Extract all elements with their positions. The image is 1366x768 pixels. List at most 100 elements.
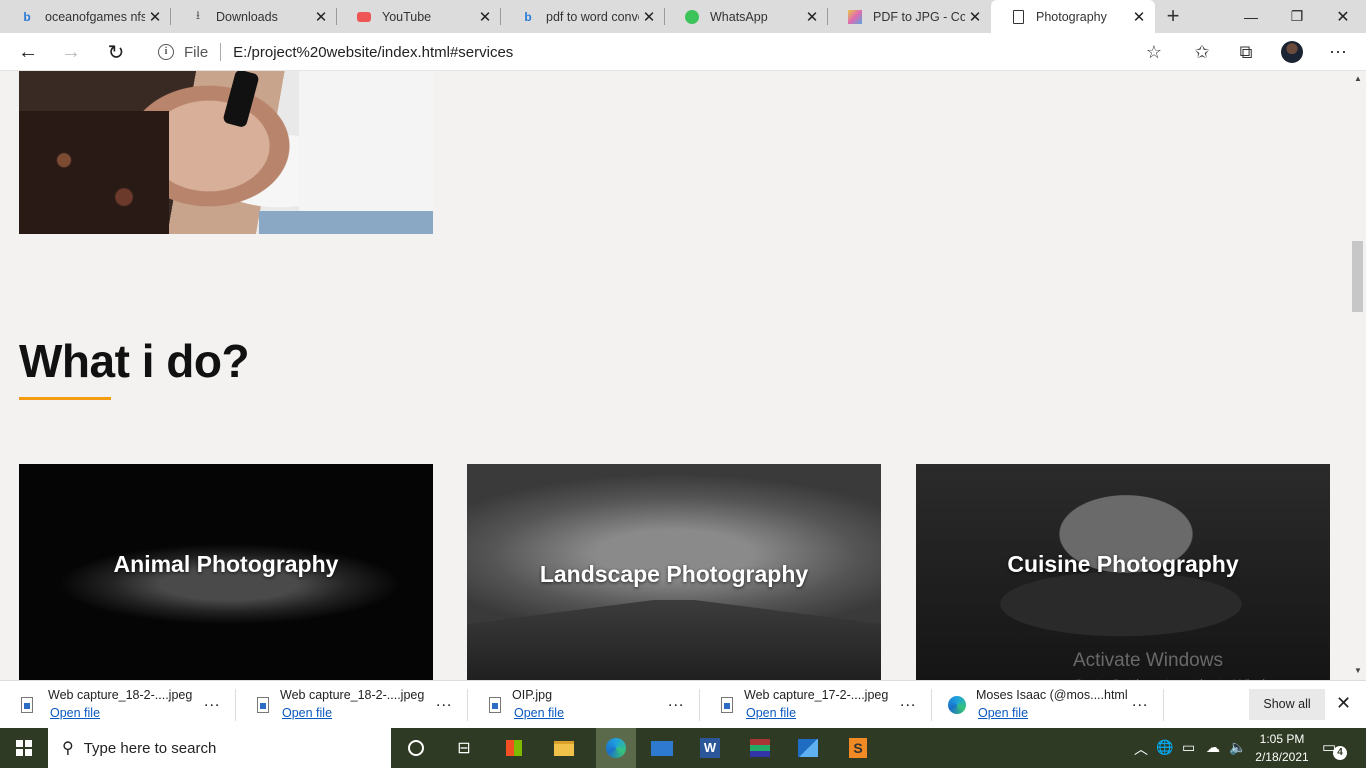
volume-icon[interactable]: 🔈 [1229, 739, 1246, 756]
close-tab-icon[interactable]: ✕ [639, 8, 659, 26]
download-filename: OIP.jpg [512, 688, 553, 702]
scroll-thumb[interactable] [1352, 241, 1363, 312]
restore-button[interactable]: ❐ [1274, 0, 1320, 33]
title-underline [19, 397, 111, 400]
windows-logo-icon [16, 740, 32, 756]
mail-icon[interactable] [646, 732, 678, 764]
activation-watermark: Activate Windows [1073, 650, 1223, 671]
download-more-button[interactable]: ... [1132, 693, 1148, 711]
edge-browser-icon[interactable] [600, 732, 632, 764]
open-file-link[interactable]: Open file [282, 706, 332, 720]
minimize-button[interactable]: ― [1228, 0, 1274, 33]
show-hidden-icons[interactable]: ︿ [1134, 739, 1148, 759]
page-content: What i do? Animal Photography Landscape … [0, 71, 1350, 680]
tab-downloads[interactable]: ⭳ Downloads ✕ [171, 0, 337, 33]
winrar-icon[interactable] [744, 732, 776, 764]
network-error-icon[interactable]: ☁ [1206, 739, 1220, 756]
network-globe-icon[interactable]: 🌐 [1156, 739, 1173, 756]
service-card-animal[interactable]: Animal Photography [19, 464, 433, 680]
close-window-button[interactable]: ✕ [1320, 0, 1366, 33]
add-favorite-icon[interactable]: ☆ [1142, 40, 1166, 64]
pdf-converter-icon [847, 9, 863, 25]
clock-date: 2/18/2021 [1255, 750, 1309, 764]
info-icon[interactable]: i [158, 44, 174, 60]
section-title: What i do? [19, 335, 250, 387]
sublime-text-icon[interactable]: S [842, 732, 874, 764]
profile-avatar[interactable] [1281, 41, 1303, 63]
taskbar-clock[interactable]: 1:05 PM 2/18/2021 [1254, 730, 1310, 766]
url-scheme: File [184, 43, 209, 61]
cortana-icon[interactable] [400, 732, 432, 764]
battery-icon[interactable]: ▭ [1182, 739, 1195, 756]
open-file-link[interactable]: Open file [514, 706, 564, 720]
image-file-icon [721, 697, 733, 713]
open-file-link[interactable]: Open file [746, 706, 796, 720]
notification-badge: 4 [1333, 746, 1347, 760]
tab-pdf-to-jpg[interactable]: PDF to JPG - Conv ✕ [828, 0, 991, 33]
close-tab-icon[interactable]: ✕ [965, 8, 985, 26]
scroll-down-arrow[interactable]: ▼ [1350, 663, 1366, 679]
store-icon[interactable] [498, 732, 530, 764]
tab-strip: b oceanofgames nfs ✕ ⭳ Downloads ✕ YouTu… [0, 0, 1366, 33]
tab-whatsapp[interactable]: WhatsApp ✕ [665, 0, 828, 33]
download-more-button[interactable]: ... [204, 693, 220, 711]
close-downloads-icon[interactable]: ✕ [1336, 693, 1351, 714]
new-tab-button[interactable]: + [1160, 4, 1186, 30]
close-tab-icon[interactable]: ✕ [475, 8, 495, 26]
download-filename: Web capture_18-2-....jpeg [48, 688, 193, 702]
close-tab-icon[interactable]: ✕ [1129, 8, 1149, 26]
photos-icon[interactable] [792, 732, 824, 764]
service-card-landscape[interactable]: Landscape Photography [467, 464, 881, 680]
notification-center-icon[interactable]: ▭ 4 [1322, 738, 1347, 760]
refresh-button[interactable]: ↻ [102, 38, 130, 66]
taskbar-search[interactable]: ⚲ Type here to search [48, 728, 391, 768]
download-item[interactable]: Web capture_18-2-....jpeg Open file ... [236, 681, 468, 729]
address-toolbar: ← → ↻ i File E:/project%20website/index.… [0, 33, 1366, 71]
page-scrollbar[interactable] [1350, 71, 1366, 680]
tab-oceanofgames[interactable]: b oceanofgames nfs ✕ [0, 0, 171, 33]
close-tab-icon[interactable]: ✕ [311, 8, 331, 26]
url-text[interactable]: E:/project%20website/index.html#services [233, 44, 513, 61]
download-more-button[interactable]: ... [436, 693, 452, 711]
download-icon: ⭳ [195, 8, 201, 22]
forward-button[interactable]: → [57, 38, 85, 66]
youtube-icon [356, 9, 372, 25]
open-file-link[interactable]: Open file [978, 706, 1028, 720]
edge-html-icon [948, 696, 966, 714]
tab-youtube[interactable]: YouTube ✕ [337, 0, 501, 33]
start-button[interactable] [0, 728, 48, 768]
bing-icon: b [23, 9, 31, 24]
download-filename: Moses Isaac (@mos....html [976, 688, 1128, 702]
bing-icon: b [524, 9, 532, 24]
image-file-icon [21, 697, 33, 713]
download-item[interactable]: Web capture_17-2-....jpeg Open file ... [700, 681, 932, 729]
search-placeholder: Type here to search [83, 739, 217, 757]
downloads-bar: Web capture_18-2-....jpeg Open file ... … [0, 680, 1366, 728]
back-button[interactable]: ← [14, 38, 42, 66]
service-label: Animal Photography [113, 550, 339, 577]
download-more-button[interactable]: ... [900, 693, 916, 711]
service-label: Landscape Photography [539, 560, 809, 587]
page-icon [1010, 9, 1026, 25]
tab-photography[interactable]: Photography ✕ [991, 0, 1155, 33]
word-icon[interactable]: W [694, 732, 726, 764]
show-all-downloads-button[interactable]: Show all [1249, 689, 1325, 720]
windows-taskbar: ⚲ Type here to search ⊟ W S ︿ 🌐 ▭ ☁ 🔈 1:… [0, 728, 1366, 768]
service-card-cuisine[interactable]: Cuisine Photography [916, 464, 1330, 680]
collections-icon[interactable]: ⧉ [1234, 40, 1258, 64]
scroll-up-arrow[interactable]: ▲ [1350, 71, 1366, 87]
download-item[interactable]: Web capture_18-2-....jpeg Open file ... [0, 681, 236, 729]
download-item[interactable]: OIP.jpg Open file ... [468, 681, 700, 729]
service-label: Cuisine Photography [1007, 550, 1239, 577]
address-bar[interactable]: i File E:/project%20website/index.html#s… [146, 37, 1176, 67]
favorites-icon[interactable]: ✩ [1190, 40, 1214, 64]
open-file-link[interactable]: Open file [50, 706, 100, 720]
close-tab-icon[interactable]: ✕ [145, 8, 165, 26]
download-more-button[interactable]: ... [668, 693, 684, 711]
close-tab-icon[interactable]: ✕ [802, 8, 822, 26]
task-view-icon[interactable]: ⊟ [448, 732, 480, 764]
file-explorer-icon[interactable] [548, 732, 580, 764]
settings-more-icon[interactable]: ⋯ [1326, 40, 1350, 64]
download-item[interactable]: Moses Isaac (@mos....html Open file ... [932, 681, 1164, 729]
tab-pdf-to-word[interactable]: b pdf to word conve ✕ [501, 0, 665, 33]
